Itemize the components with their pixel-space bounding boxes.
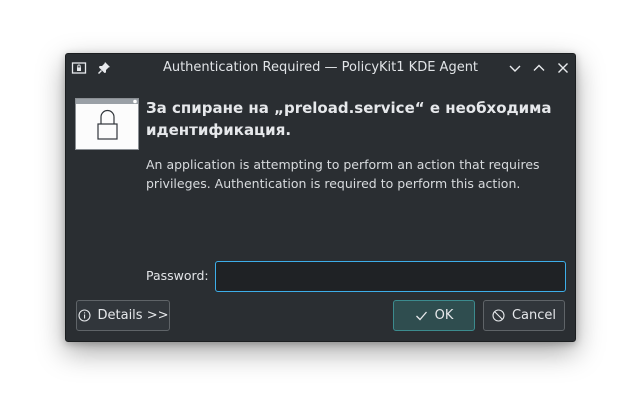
auth-heading: За спиране на „preload.service“ е необхо…: [146, 99, 552, 139]
window-lock-icon: [75, 98, 139, 150]
details-label: Details >>: [97, 308, 169, 323]
minimize-chevron-down-icon[interactable]: [507, 60, 523, 76]
cancel-button[interactable]: Cancel: [483, 300, 565, 331]
auth-description: An application is attempting to perform …: [146, 157, 540, 191]
titlebar[interactable]: Authentication Required — PolicyKit1 KDE…: [66, 54, 575, 82]
info-icon: [77, 309, 91, 322]
window-title: Authentication Required — PolicyKit1 KDE…: [162, 60, 479, 75]
ok-button[interactable]: OK: [393, 300, 475, 331]
ok-label: OK: [434, 308, 454, 323]
cancel-icon: [492, 309, 505, 322]
checkmark-icon: [415, 309, 428, 322]
close-icon[interactable]: [555, 60, 571, 76]
password-input[interactable]: [215, 261, 566, 292]
auth-dialog-window: Authentication Required — PolicyKit1 KDE…: [65, 53, 576, 342]
maximize-chevron-up-icon[interactable]: [531, 60, 547, 76]
details-button[interactable]: Details >>: [76, 300, 170, 331]
cancel-label: Cancel: [511, 308, 557, 323]
password-label: Password:: [146, 268, 209, 283]
